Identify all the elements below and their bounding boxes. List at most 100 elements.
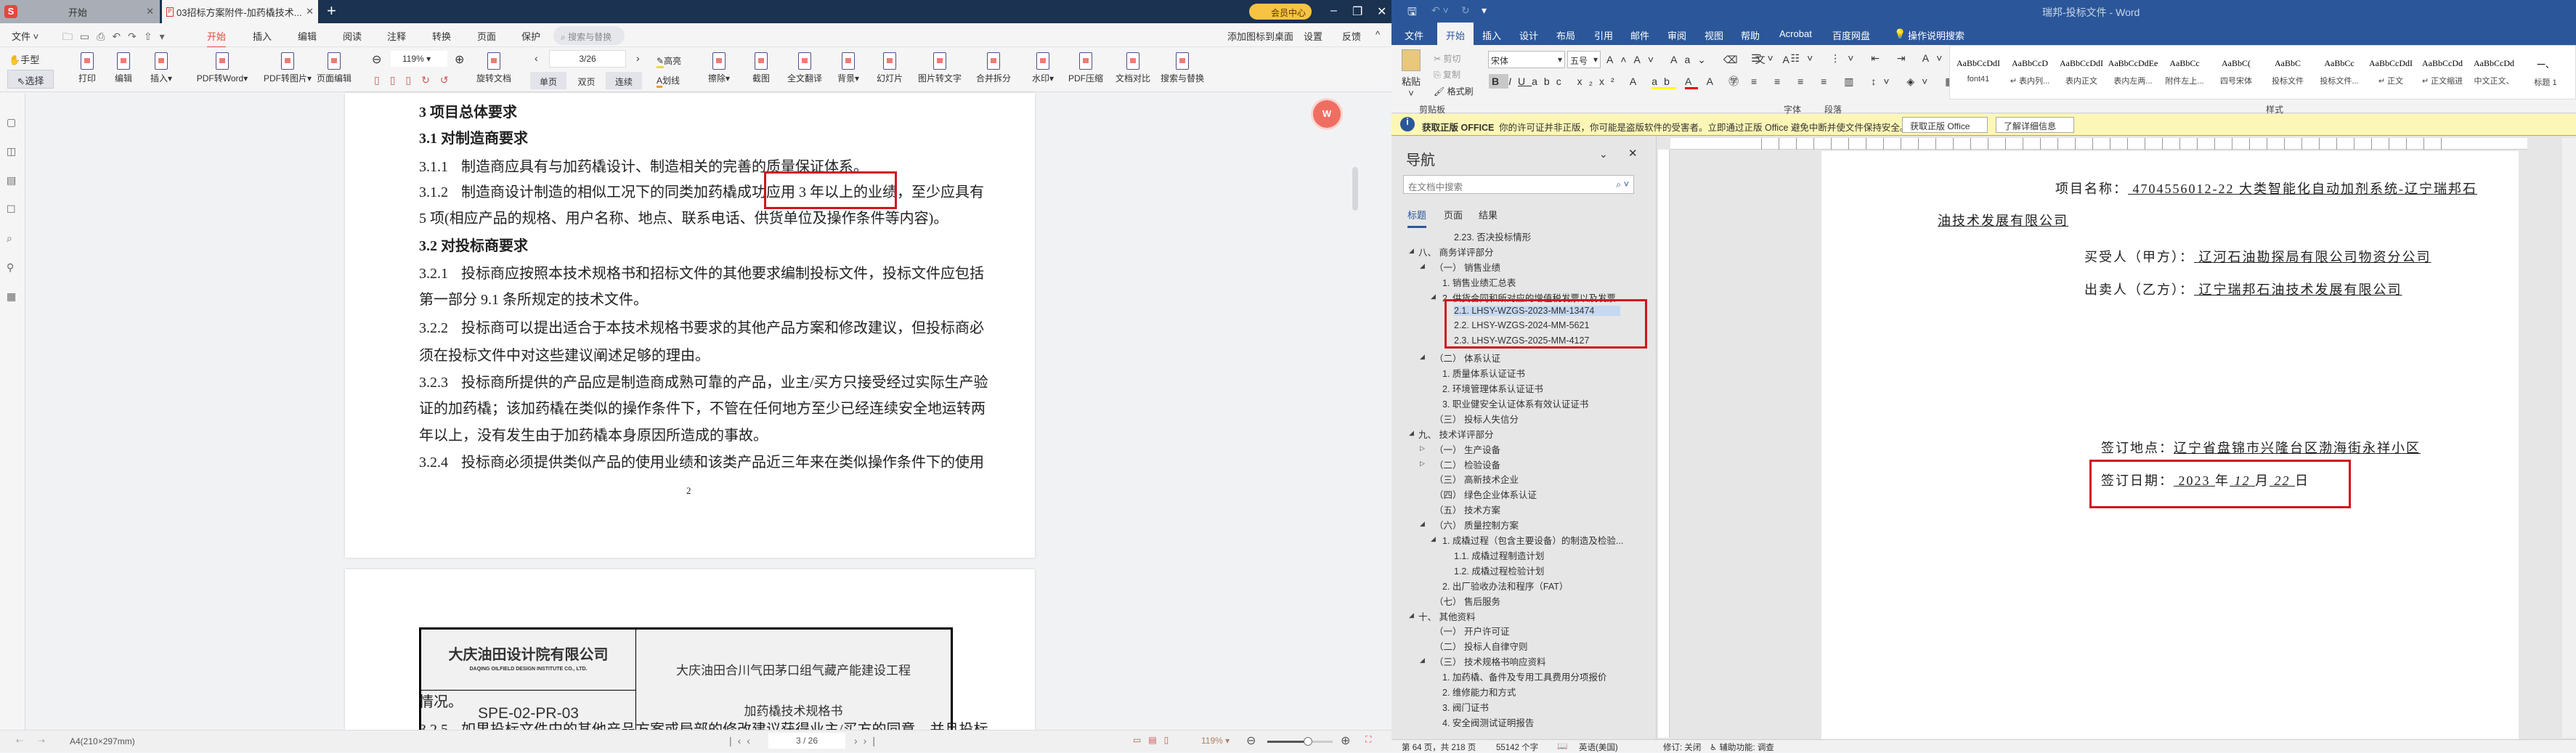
nav-close-icon[interactable]: ✕ bbox=[1628, 147, 1638, 160]
rotate-document-button[interactable]: 旋转文档 bbox=[474, 52, 514, 84]
merge-split-button[interactable]: 合并拆分 bbox=[975, 52, 1012, 84]
nav-tab-results[interactable]: 结果 bbox=[1479, 208, 1498, 221]
fit-view-icons[interactable]: ▯▯▯↻↺ bbox=[374, 74, 459, 86]
convert-to-word-float-button[interactable]: W bbox=[1313, 100, 1341, 128]
nav-heading-item[interactable]: 九、 技术详评部分 bbox=[1418, 427, 1493, 441]
nav-heading-item[interactable]: 2. 环境管理体系认证证书 bbox=[1442, 381, 1543, 395]
expanded-triangle-icon[interactable]: ◢ bbox=[1420, 656, 1425, 664]
style-item[interactable]: AaBbC(四号宋体 bbox=[2210, 51, 2262, 91]
tab-insert[interactable]: 插入 bbox=[1482, 28, 1501, 42]
pdf-scroll-thumb[interactable] bbox=[1352, 167, 1358, 211]
tab-home[interactable]: 开始 bbox=[1437, 23, 1474, 45]
close-tab-icon[interactable]: ✕ bbox=[306, 6, 314, 17]
compare-button[interactable]: 文档对比 bbox=[1114, 52, 1152, 84]
close-window-icon[interactable]: ✕ bbox=[1377, 4, 1386, 19]
tab-references[interactable]: 引用 bbox=[1594, 28, 1613, 42]
font-format-icons-row2[interactable]: B IUabc x₂x² A ab A A ㊫ bbox=[1489, 74, 1745, 89]
nav-heading-item[interactable]: （三） 投标人失信分 bbox=[1434, 412, 1519, 426]
font-size-select[interactable]: 五号 ▾ bbox=[1567, 51, 1601, 68]
close-tab-icon[interactable]: ✕ bbox=[146, 6, 154, 17]
first-prev-page-icons[interactable]: |‹‹ bbox=[729, 735, 756, 746]
collapsed-triangle-icon[interactable]: ▷ bbox=[1420, 460, 1425, 468]
style-item[interactable]: 一、 标题 1 bbox=[2519, 51, 2572, 91]
tab-file[interactable]: 文件 bbox=[1405, 28, 1423, 42]
tab-review[interactable]: 审阅 bbox=[1667, 28, 1686, 42]
erase-button[interactable]: 擦除▾ bbox=[706, 52, 732, 84]
tab-home[interactable]: S 开始 ✕ bbox=[0, 0, 160, 23]
customize-qat-icon[interactable]: ▾ bbox=[1482, 4, 1487, 17]
collapsed-triangle-icon[interactable]: ▷ bbox=[1420, 444, 1425, 452]
nav-heading-item[interactable]: 1.2. 成橇过程检验计划 bbox=[1454, 563, 1544, 577]
pdf-scrollbar[interactable] bbox=[1352, 98, 1361, 723]
nav-tab-headings[interactable]: 标题 bbox=[1407, 208, 1427, 228]
pdf-to-image-button[interactable]: PDF转图片▾ bbox=[259, 52, 317, 84]
nav-heading-item[interactable]: 1. 质量体系认证证书 bbox=[1442, 366, 1525, 380]
screenshot-button[interactable]: 截图 bbox=[748, 52, 774, 84]
expanded-triangle-icon[interactable]: ◢ bbox=[1420, 262, 1425, 270]
background-button[interactable]: 背景▾ bbox=[834, 52, 863, 84]
expanded-triangle-icon[interactable]: ◢ bbox=[1420, 353, 1425, 361]
print-button[interactable]: 打印 bbox=[71, 52, 103, 84]
next-view-icon[interactable]: ⇢ bbox=[38, 736, 45, 746]
undo-icon[interactable]: ↶ ˅ bbox=[1431, 4, 1449, 17]
expanded-triangle-icon[interactable]: ◢ bbox=[1409, 429, 1414, 437]
continuous-button[interactable]: 连续 bbox=[606, 72, 642, 89]
nav-options-icon[interactable]: ⌄ bbox=[1599, 148, 1608, 160]
nav-heading-item[interactable]: 1. 成橇过程（包含主要设备）的制造及检验... bbox=[1442, 533, 1623, 547]
tab-design[interactable]: 设计 bbox=[1519, 28, 1538, 42]
next-last-page-icons[interactable]: ››| bbox=[854, 735, 881, 746]
menu-convert[interactable]: 转换 bbox=[432, 29, 451, 43]
zoom-slider-knob[interactable] bbox=[1303, 737, 1312, 746]
redo-icon[interactable]: ↻ bbox=[1461, 4, 1470, 17]
get-genuine-office-button[interactable]: 获取正版 Office bbox=[1902, 117, 1988, 133]
pdf-to-word-button[interactable]: PDF转Word▾ bbox=[193, 52, 251, 84]
collapse-ribbon-icon[interactable]: ^ bbox=[1376, 29, 1380, 40]
nav-heading-item[interactable]: 八、 商务详评部分 bbox=[1418, 245, 1493, 259]
tab-help[interactable]: 帮助 bbox=[1741, 28, 1760, 42]
menu-page[interactable]: 页面 bbox=[477, 29, 496, 43]
menu-start[interactable]: 开始 bbox=[207, 29, 227, 48]
tell-me-search[interactable]: 操作说明搜索 bbox=[1908, 28, 1964, 42]
next-page-icon[interactable]: › bbox=[636, 52, 640, 64]
status-zoom-in-icon[interactable]: ⊕ bbox=[1341, 733, 1350, 748]
font-name-select[interactable]: 宋体 ▾ bbox=[1488, 51, 1565, 68]
translate-button[interactable]: 全文翻译 bbox=[786, 52, 824, 84]
sidebar-icons[interactable]: ▢ ◫ ▤ ☐ ⌕ ⚲ ▦ bbox=[0, 93, 25, 311]
nav-heading-item[interactable]: 3. 阀门证书 bbox=[1442, 700, 1489, 714]
prev-view-icon[interactable]: ⇠ bbox=[16, 736, 23, 746]
status-zoom-out-icon[interactable]: ⊖ bbox=[1246, 733, 1256, 748]
nav-heading-item[interactable]: 3. 职业健安全认证体系有效认证证书 bbox=[1442, 396, 1588, 410]
menu-annotate[interactable]: 注释 bbox=[387, 29, 406, 43]
nav-heading-item[interactable]: （二） 检验设备 bbox=[1434, 457, 1500, 471]
view-mode-icons[interactable]: ▭▤▯ bbox=[1133, 735, 1176, 745]
zoom-slider[interactable] bbox=[1267, 737, 1333, 746]
zoom-select[interactable]: 119% ▾ bbox=[391, 51, 447, 67]
menu-protect[interactable]: 保护 bbox=[521, 29, 540, 43]
nav-heading-item[interactable]: （四） 绿色企业体系认证 bbox=[1434, 487, 1537, 501]
style-item[interactable]: AaBbCcDdI 表内正文 bbox=[2055, 51, 2108, 91]
menu-insert[interactable]: 插入 bbox=[253, 29, 272, 43]
style-item[interactable]: AaBbC 投标文件 bbox=[2262, 51, 2314, 91]
expanded-triangle-icon[interactable]: ◢ bbox=[1409, 611, 1414, 619]
select-tool[interactable]: ⇖选择 bbox=[7, 70, 54, 89]
nav-heading-item[interactable]: 2.23. 否决投标情形 bbox=[1454, 229, 1531, 243]
proofing-icon[interactable]: 📖 bbox=[1557, 741, 1567, 751]
page-edit-button[interactable]: 页面编辑 bbox=[315, 52, 353, 84]
fullscreen-icon[interactable]: ⛶ bbox=[1365, 734, 1371, 745]
nav-heading-item[interactable]: 十、 其他资料 bbox=[1418, 609, 1475, 623]
highlight-button[interactable]: ✎高亮 bbox=[657, 54, 681, 68]
expanded-triangle-icon[interactable]: ◢ bbox=[1409, 247, 1414, 255]
add-desktop-icon-link[interactable]: 添加图标到桌面 bbox=[1227, 29, 1293, 43]
style-item[interactable]: AaBbCcD ↵ 表内列... bbox=[2004, 51, 2056, 91]
ocr-button[interactable]: 图片转文字 bbox=[917, 52, 963, 84]
style-item[interactable]: AaBbCcDdI ↵ 正文 bbox=[2365, 51, 2417, 91]
menu-read[interactable]: 阅读 bbox=[343, 29, 362, 43]
page-input[interactable]: 3/26 bbox=[549, 50, 626, 68]
save-icon[interactable]: 🖫 bbox=[1407, 4, 1417, 23]
learn-more-button[interactable]: 了解详细信息 bbox=[1996, 117, 2074, 133]
zoom-in-icon[interactable]: ⊕ bbox=[455, 52, 464, 67]
style-item[interactable]: AaBbCcDd 中文正文、 bbox=[2468, 51, 2520, 91]
tab-mailings[interactable]: 邮件 bbox=[1630, 28, 1649, 42]
menu-edit[interactable]: 编辑 bbox=[298, 29, 317, 43]
vip-button[interactable]: 会员中心 bbox=[1249, 4, 1312, 20]
